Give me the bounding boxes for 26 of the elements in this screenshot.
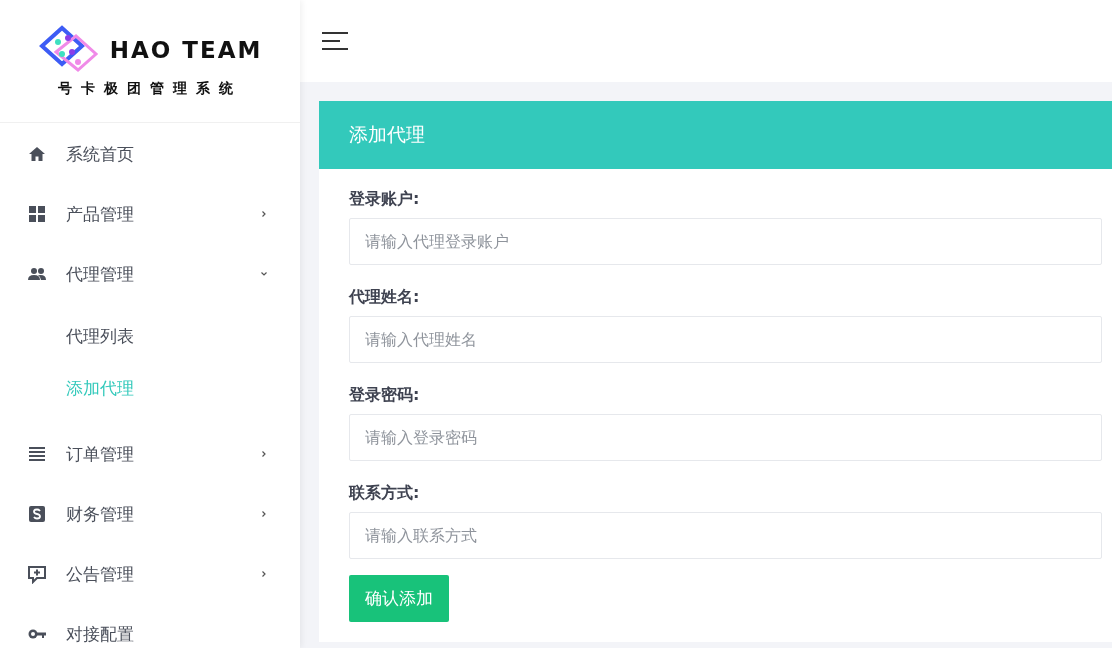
menu-label: 系统首页 bbox=[66, 142, 135, 166]
field-label: 登录账户: bbox=[349, 189, 421, 210]
input-field[interactable]: 请输入联系方式 bbox=[349, 512, 1102, 559]
menu-label: 公告管理 bbox=[66, 562, 135, 586]
logo-subtitle: 号卡极团管理系统 bbox=[58, 80, 242, 98]
menu-label: 对接配置 bbox=[66, 622, 135, 646]
sidebar-item[interactable]: 代理管理 bbox=[0, 244, 300, 304]
input-field[interactable]: 请输入代理姓名 bbox=[349, 316, 1102, 363]
logo-name: HAO TEAM bbox=[109, 37, 263, 63]
field-label: 登录密码: bbox=[349, 385, 421, 406]
menu-label: 代理管理 bbox=[66, 262, 135, 286]
card-title: 添加代理 bbox=[349, 122, 425, 147]
sidebar-item[interactable]: 产品管理 bbox=[0, 184, 300, 244]
sidebar-item[interactable]: 公告管理 bbox=[0, 544, 300, 604]
sidebar-item[interactable]: 订单管理 bbox=[0, 424, 300, 484]
submenu-item[interactable]: 代理列表 bbox=[0, 310, 300, 362]
sidebar-item[interactable]: 对接配置 bbox=[0, 604, 300, 648]
field-label: 代理姓名: bbox=[349, 287, 421, 308]
menu-label: 产品管理 bbox=[66, 202, 135, 226]
menu-label: 订单管理 bbox=[66, 442, 135, 466]
input-field[interactable]: 请输入登录密码 bbox=[349, 414, 1102, 461]
sidebar-item[interactable]: 财务管理 bbox=[0, 484, 300, 544]
field-label: 联系方式: bbox=[349, 483, 421, 504]
sidebar-item[interactable]: 系统首页 bbox=[0, 124, 300, 184]
menu-label: 财务管理 bbox=[66, 502, 135, 526]
input-field[interactable]: 请输入代理登录账户 bbox=[349, 218, 1102, 265]
